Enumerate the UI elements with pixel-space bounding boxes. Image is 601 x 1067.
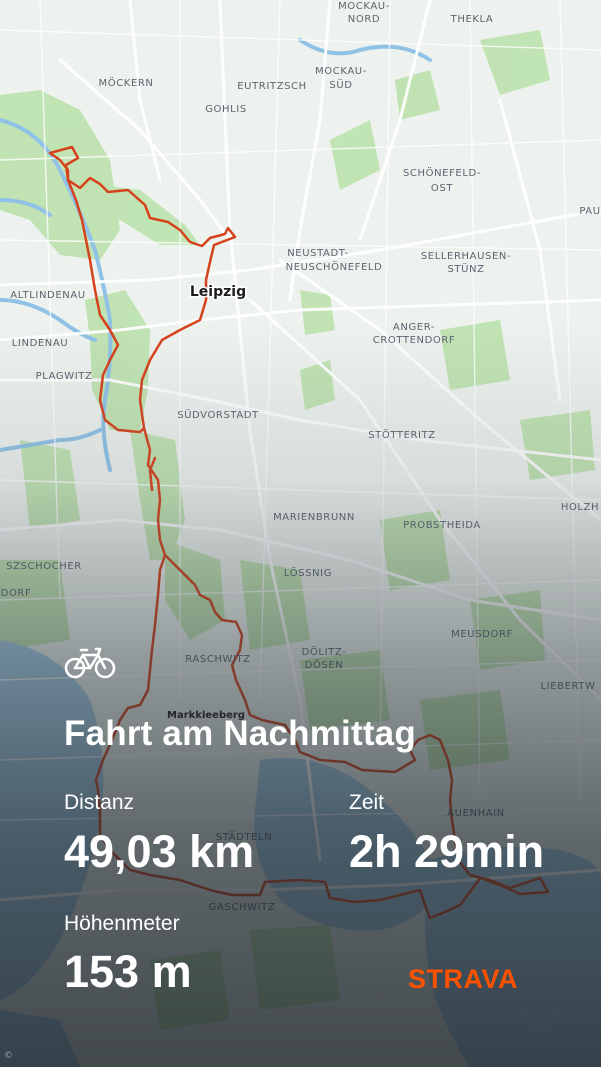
distance-value: 49,03 km	[64, 826, 255, 877]
strava-logo-text: STRAVA	[408, 964, 518, 994]
distance-label: Distanz	[64, 791, 135, 814]
activity-stats-panel: Fahrt am Nachmittag Distanz 49,03 km Zei…	[0, 0, 601, 1067]
map-attribution: ©	[4, 1051, 13, 1061]
bicycle-icon	[64, 647, 116, 679]
time-label: Zeit	[349, 791, 385, 814]
strava-logo: STRAVA	[408, 964, 518, 994]
elevation-label: Höhenmeter	[64, 912, 180, 935]
elevation-value: 153 m	[64, 946, 192, 997]
activity-title: Fahrt am Nachmittag	[64, 714, 416, 753]
time-value: 2h 29min	[349, 826, 545, 877]
activity-share-card: MOCKAU- NORD THEKLA MÖCKERN EUTRITZSCH MOCKAU…	[0, 0, 601, 1067]
